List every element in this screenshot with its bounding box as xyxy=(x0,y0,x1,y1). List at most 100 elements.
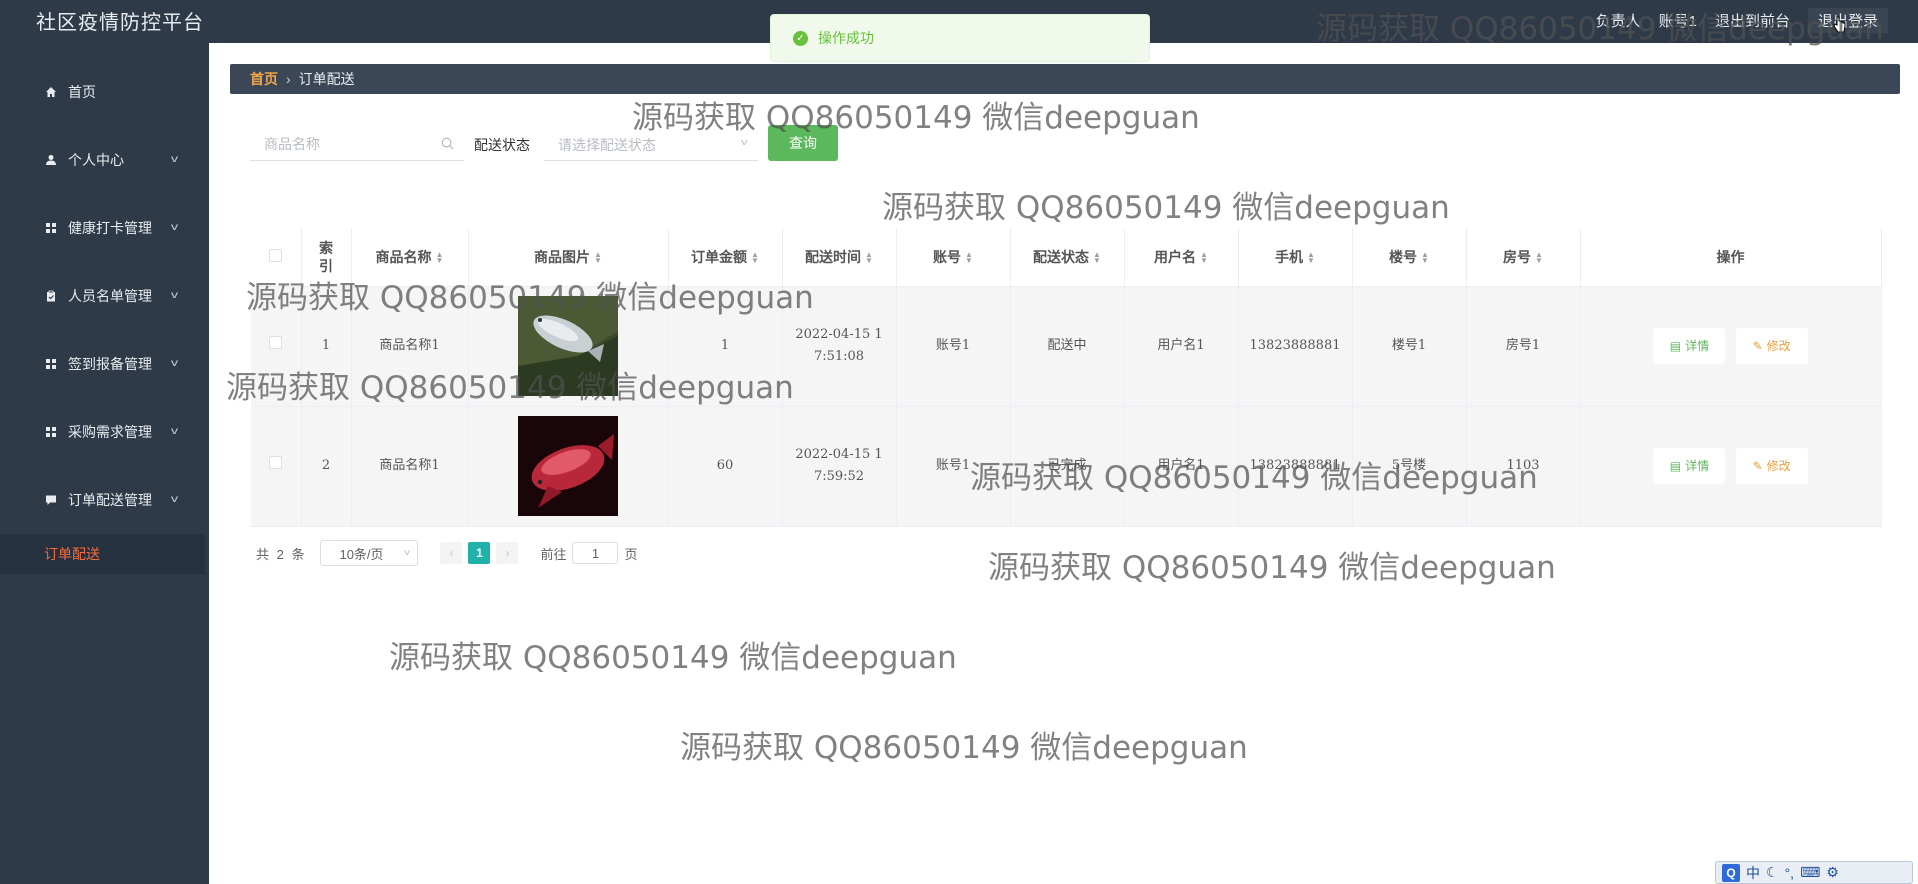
fish-photo-image[interactable] xyxy=(518,296,618,396)
header-label: 用户名 xyxy=(1154,248,1197,265)
sidebar-item-signin-report[interactable]: 签到报备管理 v xyxy=(0,330,205,398)
goto-page-input[interactable] xyxy=(572,542,619,564)
pencil-icon: ✎ xyxy=(1752,459,1763,473)
cell-phone: 13823888881 xyxy=(1238,286,1353,407)
sidebar-item-label: 采购需求管理 xyxy=(68,424,152,440)
chevron-right-icon: › xyxy=(286,71,291,87)
col-header-delivery-time[interactable]: 配送时间 ▲ ▼ xyxy=(782,228,897,287)
col-header-room[interactable]: 房号 ▲ ▼ xyxy=(1466,228,1581,287)
chevron-down-icon: v xyxy=(171,154,178,165)
tools-icon[interactable]: ⚙ xyxy=(1826,864,1839,881)
sidebar-item-personal-center[interactable]: 个人中心 v xyxy=(0,126,205,194)
sort-icon[interactable]: ▲ ▼ xyxy=(1421,251,1429,265)
col-header-actions: 操作 xyxy=(1580,228,1882,287)
goto-prefix: 前往 xyxy=(540,546,567,562)
edit-button[interactable]: ✎ 修改 xyxy=(1735,328,1808,364)
col-header-phone[interactable]: 手机 ▲ ▼ xyxy=(1238,228,1353,287)
col-header-order-amount[interactable]: 订单金额 ▲ ▼ xyxy=(668,228,783,287)
row-checkbox[interactable] xyxy=(269,336,283,349)
detail-button[interactable]: ▤ 详情 xyxy=(1653,328,1726,364)
row-checkbox[interactable] xyxy=(269,456,283,469)
user-icon xyxy=(44,153,58,167)
sort-icon[interactable]: ▲ ▼ xyxy=(1307,251,1315,265)
back-to-front-link[interactable]: 退出到前台 xyxy=(1715,10,1790,31)
sidebar-item-health-checkin[interactable]: 健康打卡管理 v xyxy=(0,194,205,262)
detail-button[interactable]: ▤ 详情 xyxy=(1653,448,1726,484)
product-name-search-input[interactable] xyxy=(250,127,464,161)
sort-icon[interactable]: ▲ ▼ xyxy=(865,251,873,265)
prev-page-button[interactable]: ‹ xyxy=(440,542,463,564)
sort-icon[interactable]: ▲ ▼ xyxy=(1093,251,1101,265)
cell-delivery-status: 已完成 xyxy=(1010,406,1125,527)
col-header-username[interactable]: 用户名 ▲ ▼ xyxy=(1124,228,1239,287)
sidebar-item-label: 人员名单管理 xyxy=(68,288,152,304)
ime-mode[interactable]: 中 xyxy=(1746,863,1760,883)
keyboard-icon[interactable]: ⌨ xyxy=(1800,864,1820,881)
fish-photo-image[interactable] xyxy=(518,416,618,516)
sort-icon[interactable]: ▲ ▼ xyxy=(1200,251,1208,265)
document-icon: ▤ xyxy=(1669,339,1682,353)
header-label: 楼号 xyxy=(1389,248,1418,265)
sidebar-item-personnel-list[interactable]: 人员名单管理 v xyxy=(0,262,205,330)
sort-icon[interactable]: ▲ ▼ xyxy=(965,251,973,265)
col-header-account[interactable]: 账号 ▲ ▼ xyxy=(896,228,1011,287)
search-icon xyxy=(441,137,454,150)
col-header-product-name[interactable]: 商品名称 ▲ ▼ xyxy=(351,228,469,287)
sort-icon[interactable]: ▲ ▼ xyxy=(1535,251,1543,265)
cell-username: 用户名1 xyxy=(1124,286,1239,407)
delivery-status-select[interactable]: 请选择配送状态 v xyxy=(544,127,758,161)
hand-cursor-icon xyxy=(1833,16,1846,33)
sidebar-item-order-delivery[interactable]: 订单配送管理 v xyxy=(0,466,205,534)
moon-icon[interactable]: ☾ xyxy=(1766,864,1779,881)
punctuation-icon[interactable]: °, xyxy=(1785,865,1795,881)
edit-label: 修改 xyxy=(1766,459,1791,473)
sidebar-item-purchase-demand[interactable]: 采购需求管理 v xyxy=(0,398,205,466)
home-icon xyxy=(44,85,58,99)
sidebar-item-home[interactable]: 首页 xyxy=(0,58,205,126)
cell-building: 楼号1 xyxy=(1352,286,1467,407)
query-button[interactable]: 查询 xyxy=(768,125,838,161)
pagination-total: 共 2 条 xyxy=(256,546,307,562)
col-header-delivery-status[interactable]: 配送状态 ▲ ▼ xyxy=(1010,228,1125,287)
header-label: 订单金额 xyxy=(691,248,748,265)
watermark-text: 源码获取 QQ86050149 微信deepguan xyxy=(680,730,1248,766)
table-row: 2 商品名称1 60 2022-04-15 1 7:59:52 账号1 已完成 用… xyxy=(251,406,1882,527)
page-size-select[interactable]: 10条/页 v xyxy=(320,540,419,566)
page-number-current[interactable]: 1 xyxy=(468,542,491,564)
sogou-logo-icon: Q xyxy=(1722,863,1740,882)
header-label: 商品图片 xyxy=(534,248,591,265)
grid-icon xyxy=(44,357,58,371)
watermark-text: 源码获取 QQ86050149 微信deepguan xyxy=(988,550,1556,586)
cell-order-amount: 1 xyxy=(668,286,783,407)
select-all-checkbox[interactable] xyxy=(269,248,283,262)
breadcrumb-current: 订单配送 xyxy=(298,71,355,87)
breadcrumb-home-link[interactable]: 首页 xyxy=(250,69,278,89)
role-text: 负责人 xyxy=(1595,13,1641,30)
sort-icon[interactable]: ▲ ▼ xyxy=(436,251,444,265)
row-select-cell xyxy=(251,406,302,527)
clipboard-icon xyxy=(44,289,58,303)
logout-button[interactable]: 退出登录 xyxy=(1807,8,1888,33)
col-header-building[interactable]: 楼号 ▲ ▼ xyxy=(1352,228,1467,287)
select-all-cell xyxy=(251,228,302,287)
delivery-status-placeholder: 请选择配送状态 xyxy=(558,137,656,153)
sidebar-divider xyxy=(205,43,209,884)
col-header-product-image[interactable]: 商品图片 ▲ ▼ xyxy=(468,228,669,287)
sort-icon[interactable]: ▲ ▼ xyxy=(594,251,602,265)
chat-icon xyxy=(44,493,58,507)
header-label: 操作 xyxy=(1716,248,1745,265)
cell-delivery-status: 配送中 xyxy=(1010,286,1125,407)
next-page-button[interactable]: › xyxy=(496,542,519,564)
sidebar-subitem-order-delivery[interactable]: 订单配送 xyxy=(0,534,205,574)
check-circle-icon: ✓ xyxy=(793,30,808,46)
watermark-text: 源码获取 QQ86050149 微信deepguan xyxy=(389,640,957,676)
cell-room: 房号1 xyxy=(1466,286,1581,407)
cell-index: 2 xyxy=(301,406,352,527)
sidebar-item-label: 订单配送管理 xyxy=(68,492,152,508)
cell-delivery-time: 2022-04-15 1 7:51:08 xyxy=(782,286,897,407)
ime-toolbar[interactable]: Q 中 ☾ °, ⌨ ⚙ xyxy=(1715,861,1913,884)
sort-icon[interactable]: ▲ ▼ xyxy=(751,251,759,265)
edit-button[interactable]: ✎ 修改 xyxy=(1735,448,1808,484)
cell-account: 账号1 xyxy=(896,406,1011,527)
page-size-value: 10条/页 xyxy=(339,546,384,562)
